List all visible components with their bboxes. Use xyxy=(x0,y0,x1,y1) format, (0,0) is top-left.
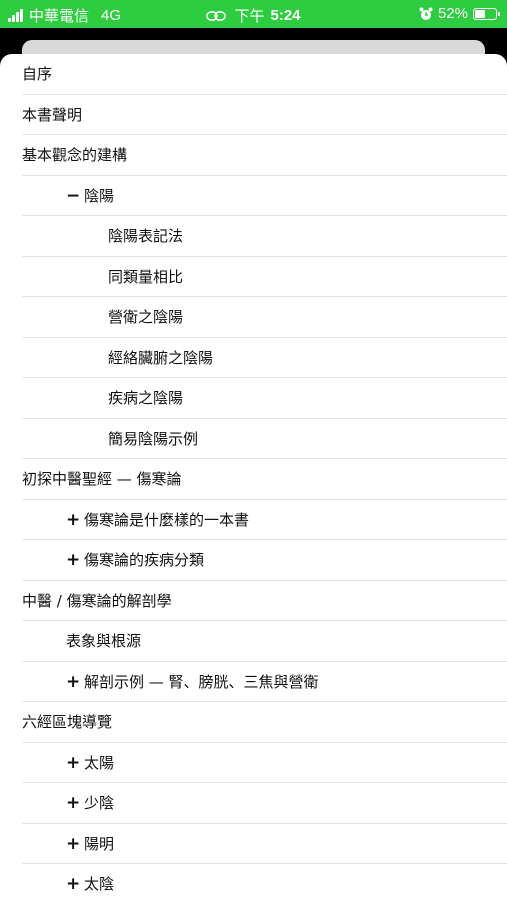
toc-item-label: 少陰 xyxy=(84,794,115,812)
expand-icon[interactable]: + xyxy=(66,864,84,900)
toc-item[interactable]: 初探中醫聖經 — 傷寒論 xyxy=(0,459,507,500)
expand-icon[interactable]: + xyxy=(66,743,84,784)
toc-item[interactable]: 六經區塊導覽 xyxy=(0,702,507,743)
toc-item-label: 六經區塊導覽 xyxy=(22,713,113,731)
signal-icon xyxy=(8,9,24,22)
toc-item-label: 傷寒論的疾病分類 xyxy=(84,551,205,569)
expand-icon[interactable]: + xyxy=(66,824,84,865)
toc-item-label: 陰陽表記法 xyxy=(108,227,184,245)
toc-item[interactable]: + 少陰 xyxy=(0,783,507,824)
toc-item-label: 營衛之陰陽 xyxy=(108,308,184,326)
expand-icon[interactable]: + xyxy=(66,540,84,581)
toc-item[interactable]: 表象與根源 xyxy=(0,621,507,662)
network-type: 4G xyxy=(101,7,122,24)
toc-item-label: 傷寒論是什麼樣的一本書 xyxy=(84,510,250,529)
expand-icon[interactable]: + xyxy=(66,500,84,541)
toc-item-label: 基本觀念的建構 xyxy=(22,146,128,164)
toc-item[interactable]: + 太陰 xyxy=(0,864,507,900)
toc-item[interactable]: + 傷寒論的疾病分類 xyxy=(0,540,507,581)
carrier-name: 中華電信 xyxy=(29,8,90,25)
time-prefix: 下午 xyxy=(234,8,265,25)
battery-fill xyxy=(475,9,485,18)
toc-item[interactable]: + 陽明 xyxy=(0,824,507,865)
toc-item[interactable]: 經絡臟腑之陰陽 xyxy=(0,338,507,379)
toc-item-label: 簡易陰陽示例 xyxy=(108,429,199,448)
expand-icon[interactable]: + xyxy=(66,783,84,824)
toc-item-label: 疾病之陰陽 xyxy=(108,389,184,407)
alarm-icon xyxy=(419,7,433,20)
toc-item[interactable]: 同類量相比 xyxy=(0,257,507,298)
toc-item[interactable]: 基本觀念的建構 xyxy=(0,135,507,176)
toc-item[interactable]: 本書聲明 xyxy=(0,95,507,136)
toc-item[interactable]: 陰陽表記法 xyxy=(0,216,507,257)
toc-item-label: 同類量相比 xyxy=(108,267,184,286)
toc-item[interactable]: − 陰陽 xyxy=(0,176,507,217)
battery-percent: 52% xyxy=(437,5,468,22)
toc-item-label: 太陰 xyxy=(84,875,115,893)
status-time: 5:24 xyxy=(270,7,301,24)
toc-item[interactable]: 營衛之陰陽 xyxy=(0,297,507,338)
table-of-contents: 自序本書聲明基本觀念的建構 − 陰陽陰陽表記法同類量相比營衛之陰陽經絡臟腑之陰陽 疾病… xyxy=(0,54,507,900)
status-left: 中華電信 4G xyxy=(8,5,121,26)
toc-item-label: 表象與根源 xyxy=(66,632,142,650)
toc-sheet: 自序本書聲明基本觀念的建構 − 陰陽陰陽表記法同類量相比營衛之陰陽經絡臟腑之陰陽 疾病… xyxy=(0,54,507,900)
toc-item[interactable]: 中醫 / 傷寒論的解剖學 xyxy=(0,581,507,622)
toc-item[interactable]: 疾病之陰陽 xyxy=(0,378,507,419)
toc-item-label: 經絡臟腑之陰陽 xyxy=(108,348,214,367)
collapse-icon[interactable]: − xyxy=(66,176,84,217)
toc-item-label: 陽明 xyxy=(84,834,115,853)
status-bar: 中華電信 4G 下午 5:24 52% xyxy=(0,0,507,28)
toc-item[interactable]: + 解剖示例 — 腎、膀胱、三焦與營衛 xyxy=(0,662,507,703)
toc-item[interactable]: 自序 xyxy=(0,54,507,95)
toc-item-label: 本書聲明 xyxy=(22,105,83,124)
toc-item-label: 中醫 / 傷寒論的解剖學 xyxy=(22,591,172,610)
status-right: 52% xyxy=(419,5,500,22)
expand-icon[interactable]: + xyxy=(66,662,84,703)
battery-charging-icon xyxy=(473,7,500,20)
toc-item[interactable]: + 傷寒論是什麼樣的一本書 xyxy=(0,500,507,541)
toc-item[interactable]: 簡易陰陽示例 xyxy=(0,419,507,460)
toc-item-label: 解剖示例 — 腎、膀胱、三焦與營衛 xyxy=(84,672,319,691)
toc-item-label: 太陽 xyxy=(84,753,115,772)
toc-item-label: 陰陽 xyxy=(84,186,115,205)
link-icon xyxy=(206,10,227,21)
toc-item-label: 初探中醫聖經 — 傷寒論 xyxy=(22,470,182,488)
toc-item[interactable]: + 太陽 xyxy=(0,743,507,784)
toc-item-label: 自序 xyxy=(22,65,53,83)
